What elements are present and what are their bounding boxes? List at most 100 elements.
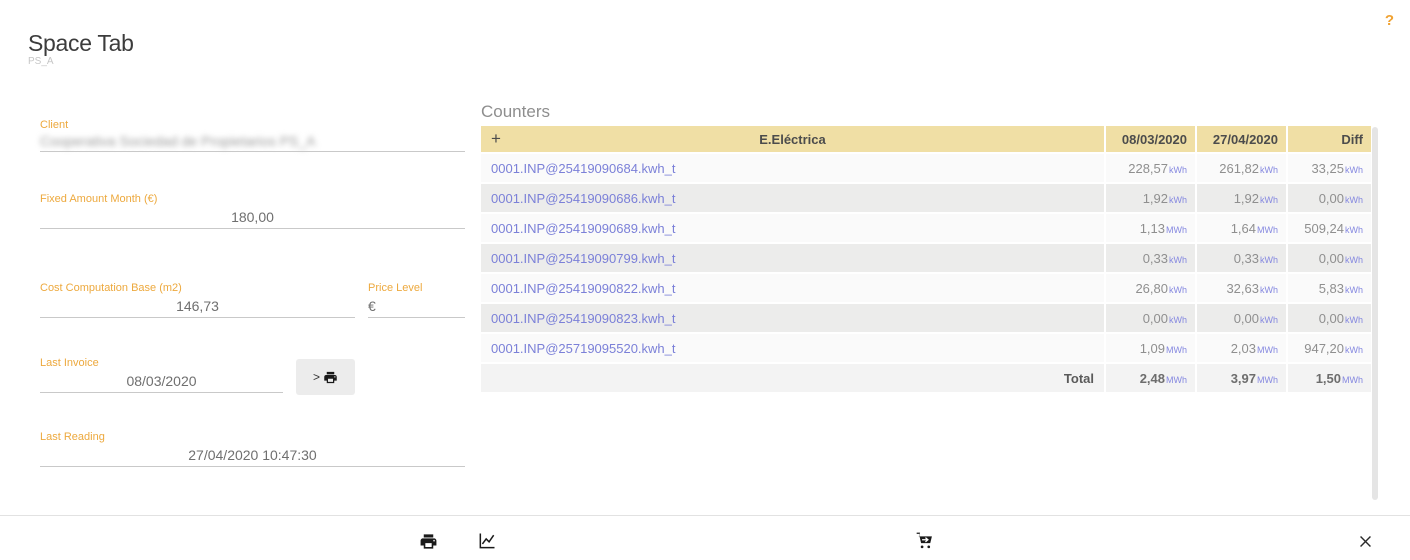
total-diff-unit: MWh [1342, 375, 1363, 385]
total-value: 2,48 [1140, 371, 1165, 386]
footer-divider [0, 515, 1410, 516]
reading-value: 1,09 [1140, 341, 1165, 356]
reading-value: 0,00 [1234, 311, 1259, 326]
table-row: 0001.INP@25419090823.kwh_t 0,00kWh 0,00k… [481, 304, 1371, 332]
header-label-diff: Diff [1341, 132, 1363, 147]
reading-value: 228,57 [1128, 161, 1168, 176]
header-label-electrica: E.Eléctrica [759, 132, 826, 147]
page-title: Space Tab [28, 30, 134, 57]
table-row: 0001.INP@25419090822.kwh_t 26,80kWh 32,6… [481, 274, 1371, 302]
reading-unit: kWh [1169, 195, 1187, 205]
reading-value: 2,03 [1231, 341, 1256, 356]
diff-unit: kWh [1345, 165, 1363, 175]
counter-link[interactable]: 0001.INP@25419090799.kwh_t [491, 251, 676, 266]
diff-unit: kWh [1345, 195, 1363, 205]
price-level-label: Price Level [368, 282, 422, 294]
reading-value: 0,33 [1234, 251, 1259, 266]
reading-value: 1,64 [1231, 221, 1256, 236]
diff-value: 0,00 [1319, 251, 1344, 266]
add-counter-button[interactable]: + [491, 129, 501, 149]
reading-value: 0,00 [1143, 311, 1168, 326]
total-value: 3,97 [1231, 371, 1256, 386]
print-invoice-prefix: > [313, 370, 320, 384]
page-subtitle: PS_A [28, 56, 54, 67]
last-invoice-underline [40, 392, 283, 393]
price-level-underline [368, 317, 465, 318]
counter-link[interactable]: 0001.INP@25419090823.kwh_t [491, 311, 676, 326]
reading-unit: kWh [1169, 165, 1187, 175]
fixed-amount-value[interactable]: 180,00 [40, 209, 465, 225]
header-cell-date2: 27/04/2020 [1197, 126, 1286, 152]
table-total-row: Total 2,48MWh 3,97MWh 1,50MWh [481, 364, 1371, 392]
table-scrollbar[interactable] [1372, 127, 1378, 500]
print-invoice-button[interactable]: > [296, 359, 355, 395]
diff-value: 509,24 [1304, 221, 1344, 236]
diff-value: 0,00 [1319, 191, 1344, 206]
client-label: Client [40, 119, 68, 131]
reading-unit: kWh [1169, 285, 1187, 295]
counter-link[interactable]: 0001.INP@25419090822.kwh_t [491, 281, 676, 296]
shopping-cart-arrow-icon[interactable] [914, 530, 936, 552]
table-row: 0001.INP@25719095520.kwh_t 1,09MWh 2,03M… [481, 334, 1371, 362]
reading-value: 1,92 [1143, 191, 1168, 206]
header-cell-name: + E.Eléctrica [481, 126, 1104, 152]
reading-unit: kWh [1260, 165, 1278, 175]
total-unit: MWh [1257, 375, 1278, 385]
print-icon [322, 369, 338, 385]
cost-base-label: Cost Computation Base (m2) [40, 282, 182, 294]
client-value-redacted[interactable]: Cooperativa Sociedad de Propietarios PS_… [40, 133, 400, 149]
last-invoice-label: Last Invoice [40, 357, 99, 369]
reading-unit: MWh [1166, 225, 1187, 235]
reading-value: 32,63 [1226, 281, 1259, 296]
total-diff-value: 1,50 [1316, 371, 1341, 386]
reading-value: 0,33 [1143, 251, 1168, 266]
diff-value: 947,20 [1304, 341, 1344, 356]
header-cell-date1: 08/03/2020 [1106, 126, 1195, 152]
total-unit: MWh [1166, 375, 1187, 385]
counters-table-header: + E.Eléctrica 08/03/2020 27/04/2020 Diff [481, 126, 1371, 152]
last-reading-label: Last Reading [40, 431, 105, 443]
fixed-amount-label: Fixed Amount Month (€) [40, 193, 157, 205]
counters-table: + E.Eléctrica 08/03/2020 27/04/2020 Diff… [481, 126, 1371, 394]
diff-unit: kWh [1345, 315, 1363, 325]
total-label: Total [1064, 371, 1094, 386]
reading-unit: MWh [1257, 345, 1278, 355]
table-row: 0001.INP@25419090799.kwh_t 0,33kWh 0,33k… [481, 244, 1371, 272]
header-cell-diff: Diff [1288, 126, 1371, 152]
counters-title: Counters [481, 102, 550, 122]
reading-unit: MWh [1257, 225, 1278, 235]
counter-link[interactable]: 0001.INP@25419090686.kwh_t [491, 191, 676, 206]
counter-link[interactable]: 0001.INP@25419090689.kwh_t [491, 221, 676, 236]
price-level-value[interactable]: € [368, 298, 376, 314]
reading-unit: kWh [1260, 285, 1278, 295]
fixed-amount-underline [40, 228, 465, 229]
last-invoice-value[interactable]: 08/03/2020 [40, 373, 283, 389]
diff-unit: kWh [1345, 345, 1363, 355]
cost-base-underline [40, 317, 355, 318]
table-row: 0001.INP@25419090686.kwh_t 1,92kWh 1,92k… [481, 184, 1371, 212]
reading-value: 1,13 [1140, 221, 1165, 236]
reading-value: 261,82 [1219, 161, 1259, 176]
reading-unit: kWh [1260, 315, 1278, 325]
diff-value: 33,25 [1311, 161, 1344, 176]
last-reading-value[interactable]: 27/04/2020 10:47:30 [40, 447, 465, 463]
help-icon[interactable]: ? [1385, 12, 1394, 29]
print-icon[interactable] [417, 530, 439, 552]
cost-base-value[interactable]: 146,73 [40, 298, 355, 314]
line-chart-icon[interactable] [476, 530, 498, 552]
close-icon[interactable] [1354, 530, 1376, 552]
reading-unit: kWh [1260, 195, 1278, 205]
counter-link[interactable]: 0001.INP@25419090684.kwh_t [491, 161, 676, 176]
diff-unit: kWh [1345, 285, 1363, 295]
diff-unit: kWh [1345, 255, 1363, 265]
reading-unit: kWh [1260, 255, 1278, 265]
diff-value: 0,00 [1319, 311, 1344, 326]
reading-value: 1,92 [1234, 191, 1259, 206]
counter-link[interactable]: 0001.INP@25719095520.kwh_t [491, 341, 676, 356]
reading-unit: kWh [1169, 255, 1187, 265]
header-label-date2: 27/04/2020 [1213, 132, 1278, 147]
reading-value: 26,80 [1135, 281, 1168, 296]
reading-unit: MWh [1166, 345, 1187, 355]
reading-unit: kWh [1169, 315, 1187, 325]
client-underline [40, 151, 465, 152]
